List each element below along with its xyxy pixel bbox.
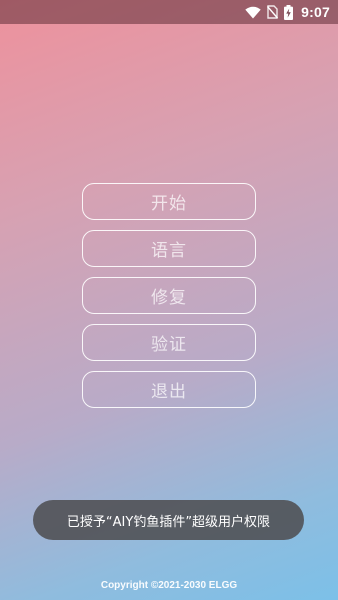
exit-button[interactable]: 退出 bbox=[82, 371, 256, 408]
wifi-icon bbox=[245, 6, 261, 19]
language-button[interactable]: 语言 bbox=[82, 230, 256, 267]
status-bar: 9:07 bbox=[0, 0, 338, 24]
battery-charging-icon bbox=[284, 4, 294, 20]
verify-button[interactable]: 验证 bbox=[82, 324, 256, 361]
repair-button[interactable]: 修复 bbox=[82, 277, 256, 314]
no-sim-icon bbox=[267, 5, 279, 19]
toast-message: 已授予“AIY钓鱼插件”超级用户权限 bbox=[33, 500, 304, 540]
copyright-text: Copyright ©2021-2030 ELGG bbox=[100, 580, 238, 591]
status-time: 9:07 bbox=[301, 4, 330, 20]
status-icons: 9:07 bbox=[245, 0, 330, 24]
start-button[interactable]: 开始 bbox=[82, 183, 256, 220]
main-menu: 开始 语言 修复 验证 退出 bbox=[82, 183, 256, 408]
